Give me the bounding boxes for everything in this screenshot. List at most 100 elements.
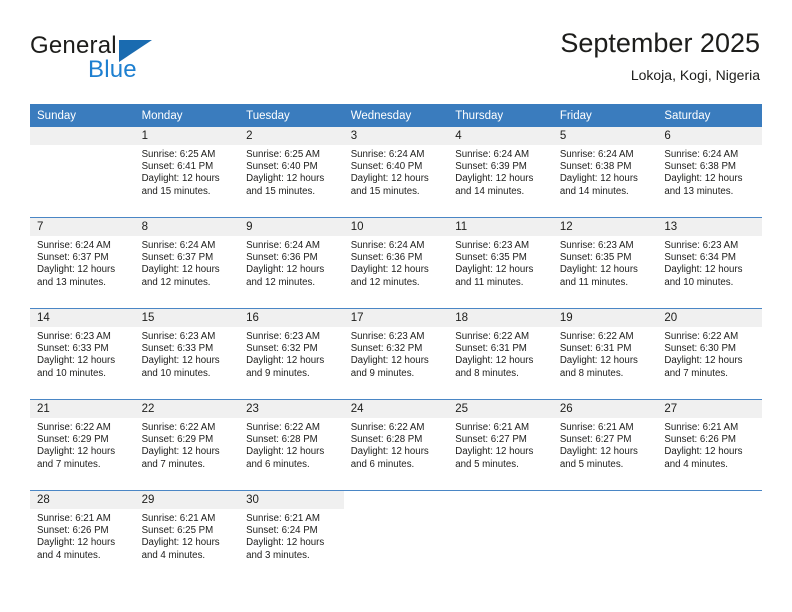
- day-detail-line: and 13 minutes.: [664, 185, 734, 197]
- calendar-cell: [448, 490, 553, 581]
- day-cell[interactable]: 14 Sunrise: 6:23 AM Sunset: 6:33 PM Dayligh…: [30, 309, 135, 399]
- day-detail-line: and 9 minutes.: [350, 367, 415, 379]
- day-number: 23: [239, 400, 344, 418]
- day-detail-line: Sunset: 6:33 PM: [141, 343, 214, 355]
- day-detail-line: and 3 minutes.: [246, 549, 310, 561]
- calendar-cell: 4 Sunrise: 6:24 AM Sunset: 6:39 PM Daylight…: [448, 127, 553, 218]
- day-number: 25: [448, 400, 553, 418]
- day-detail-line: Daylight: 12 hours: [559, 446, 638, 458]
- day-cell[interactable]: 21 Sunrise: 6:22 AM Sunset: 6:29 PM Dayligh…: [30, 400, 135, 490]
- day-detail-line: Daylight: 12 hours: [350, 355, 429, 367]
- day-number: 19: [552, 309, 658, 327]
- day-detail-line: and 10 minutes.: [141, 367, 211, 379]
- day-number: 13: [657, 218, 762, 236]
- day-number: 26: [552, 400, 658, 418]
- day-detail-line: Sunset: 6:34 PM: [664, 252, 736, 264]
- day-detail-line: Daylight: 12 hours: [559, 355, 638, 367]
- day-cell[interactable]: 8 Sunrise: 6:24 AM Sunset: 6:37 PM Daylight…: [134, 218, 240, 308]
- day-cell[interactable]: 26 Sunrise: 6:21 AM Sunset: 6:27 PM Dayligh…: [552, 400, 658, 490]
- empty-day-cell: [30, 127, 135, 217]
- day-cell[interactable]: 16 Sunrise: 6:23 AM Sunset: 6:32 PM Dayligh…: [239, 309, 344, 399]
- day-cell[interactable]: 15 Sunrise: 6:23 AM Sunset: 6:33 PM Dayligh…: [134, 309, 240, 399]
- column-header-saturday: Saturday: [657, 104, 762, 127]
- day-cell[interactable]: 24 Sunrise: 6:22 AM Sunset: 6:28 PM Dayligh…: [343, 400, 449, 490]
- day-number: 20: [657, 309, 762, 327]
- day-details: Sunrise: 6:23 AM Sunset: 6:33 PM Daylight:…: [135, 327, 240, 380]
- day-detail-line: Sunset: 6:26 PM: [37, 525, 109, 537]
- day-detail-line: Sunrise: 6:22 AM: [246, 422, 320, 433]
- day-detail-line: Sunrise: 6:23 AM: [559, 240, 634, 251]
- day-cell[interactable]: 9 Sunrise: 6:24 AM Sunset: 6:36 PM Daylight…: [239, 218, 344, 308]
- calendar-header-row: Sunday Monday Tuesday Wednesday Thursday Frid…: [30, 104, 762, 127]
- day-cell[interactable]: 20 Sunrise: 6:22 AM Sunset: 6:30 PM Dayligh…: [657, 309, 762, 399]
- day-detail-line: Sunset: 6:38 PM: [559, 161, 632, 173]
- calendar-cell: 14 Sunrise: 6:23 AM Sunset: 6:33 PM Dayligh…: [30, 308, 135, 400]
- day-details: Sunrise: 6:22 AM Sunset: 6:28 PM Daylight:…: [239, 418, 344, 471]
- calendar-cell: [552, 490, 658, 581]
- day-number: 3: [343, 127, 449, 145]
- day-detail-line: Sunrise: 6:23 AM: [350, 331, 425, 342]
- day-cell[interactable]: 18 Sunrise: 6:22 AM Sunset: 6:31 PM Dayligh…: [448, 309, 553, 399]
- day-cell[interactable]: 22 Sunrise: 6:22 AM Sunset: 6:29 PM Dayligh…: [134, 400, 240, 490]
- day-cell[interactable]: 13 Sunrise: 6:23 AM Sunset: 6:34 PM Dayligh…: [657, 218, 762, 308]
- day-cell[interactable]: 30 Sunrise: 6:21 AM Sunset: 6:24 PM Dayligh…: [239, 491, 344, 581]
- day-detail-line: Sunset: 6:31 PM: [455, 343, 527, 355]
- day-number: 10: [343, 218, 449, 236]
- day-cell[interactable]: 7 Sunrise: 6:24 AM Sunset: 6:37 PM Daylight…: [30, 218, 135, 308]
- day-details: Sunrise: 6:24 AM Sunset: 6:39 PM Daylight:…: [448, 145, 553, 198]
- day-detail-line: Sunrise: 6:21 AM: [559, 422, 634, 433]
- day-detail-line: Sunrise: 6:22 AM: [455, 331, 530, 342]
- day-detail-line: Sunset: 6:35 PM: [559, 252, 632, 264]
- calendar-week-row: 28 Sunrise: 6:21 AM Sunset: 6:26 PM Dayligh…: [30, 490, 762, 581]
- day-number: 14: [30, 309, 135, 327]
- day-detail-line: and 5 minutes.: [455, 458, 519, 470]
- empty-day-cell: [448, 491, 553, 581]
- day-cell[interactable]: 3 Sunrise: 6:24 AM Sunset: 6:40 PM Daylight…: [343, 127, 449, 217]
- day-detail-line: Sunset: 6:41 PM: [141, 161, 214, 173]
- day-cell[interactable]: 1 Sunrise: 6:25 AM Sunset: 6:41 PM Daylight…: [134, 127, 240, 217]
- day-cell[interactable]: 28 Sunrise: 6:21 AM Sunset: 6:26 PM Dayligh…: [30, 491, 135, 581]
- empty-day-cell: [344, 491, 449, 581]
- day-cell[interactable]: 12 Sunrise: 6:23 AM Sunset: 6:35 PM Dayligh…: [552, 218, 658, 308]
- day-detail-line: Sunrise: 6:24 AM: [455, 149, 530, 160]
- calendar-cell: 16 Sunrise: 6:23 AM Sunset: 6:32 PM Dayligh…: [239, 308, 344, 400]
- day-detail-line: Sunset: 6:32 PM: [246, 343, 318, 355]
- day-detail-line: Sunset: 6:31 PM: [559, 343, 632, 355]
- day-cell[interactable]: 25 Sunrise: 6:21 AM Sunset: 6:27 PM Dayligh…: [448, 400, 553, 490]
- day-detail-line: Sunset: 6:36 PM: [246, 252, 318, 264]
- day-number: 16: [239, 309, 344, 327]
- day-cell[interactable]: 23 Sunrise: 6:22 AM Sunset: 6:28 PM Dayligh…: [239, 400, 344, 490]
- day-cell[interactable]: 10 Sunrise: 6:24 AM Sunset: 6:36 PM Dayligh…: [343, 218, 449, 308]
- day-detail-line: Daylight: 12 hours: [37, 355, 116, 367]
- calendar-cell: 23 Sunrise: 6:22 AM Sunset: 6:28 PM Dayligh…: [239, 399, 344, 491]
- calendar-cell: 2 Sunrise: 6:25 AM Sunset: 6:40 PM Daylight…: [239, 127, 344, 218]
- day-details: [657, 509, 762, 513]
- day-number: 24: [343, 400, 449, 418]
- day-details: [553, 509, 658, 513]
- day-cell[interactable]: 5 Sunrise: 6:24 AM Sunset: 6:38 PM Daylight…: [552, 127, 658, 217]
- day-detail-line: Sunset: 6:25 PM: [141, 525, 214, 537]
- day-detail-line: Sunset: 6:37 PM: [37, 252, 109, 264]
- day-cell[interactable]: 29 Sunrise: 6:21 AM Sunset: 6:25 PM Dayligh…: [134, 491, 240, 581]
- day-detail-line: and 14 minutes.: [455, 185, 525, 197]
- day-cell[interactable]: 17 Sunrise: 6:23 AM Sunset: 6:32 PM Dayligh…: [343, 309, 449, 399]
- day-detail-line: and 6 minutes.: [246, 458, 310, 470]
- day-details: Sunrise: 6:21 AM Sunset: 6:27 PM Daylight:…: [553, 418, 658, 471]
- day-detail-line: Daylight: 12 hours: [664, 173, 743, 185]
- day-cell[interactable]: 6 Sunrise: 6:24 AM Sunset: 6:38 PM Daylight…: [657, 127, 762, 217]
- day-detail-line: Sunset: 6:32 PM: [350, 343, 423, 355]
- day-number: 9: [239, 218, 344, 236]
- day-detail-line: Sunrise: 6:22 AM: [664, 331, 739, 342]
- day-detail-line: and 7 minutes.: [664, 367, 728, 379]
- day-details: Sunrise: 6:22 AM Sunset: 6:30 PM Daylight:…: [657, 327, 762, 380]
- day-cell[interactable]: 11 Sunrise: 6:23 AM Sunset: 6:35 PM Dayligh…: [448, 218, 553, 308]
- day-number: 6: [657, 127, 762, 145]
- day-cell[interactable]: 4 Sunrise: 6:24 AM Sunset: 6:39 PM Daylight…: [448, 127, 553, 217]
- calendar-cell: 7 Sunrise: 6:24 AM Sunset: 6:37 PM Daylight…: [30, 217, 135, 309]
- day-cell[interactable]: 19 Sunrise: 6:22 AM Sunset: 6:31 PM Dayligh…: [552, 309, 658, 399]
- day-detail-line: and 10 minutes.: [37, 367, 106, 379]
- day-cell[interactable]: 2 Sunrise: 6:25 AM Sunset: 6:40 PM Daylight…: [239, 127, 344, 217]
- calendar-cell: 5 Sunrise: 6:24 AM Sunset: 6:38 PM Daylight…: [552, 127, 658, 218]
- calendar-week-row: 7 Sunrise: 6:24 AM Sunset: 6:37 PM Daylight…: [30, 217, 762, 309]
- day-cell[interactable]: 27 Sunrise: 6:21 AM Sunset: 6:26 PM Dayligh…: [657, 400, 762, 490]
